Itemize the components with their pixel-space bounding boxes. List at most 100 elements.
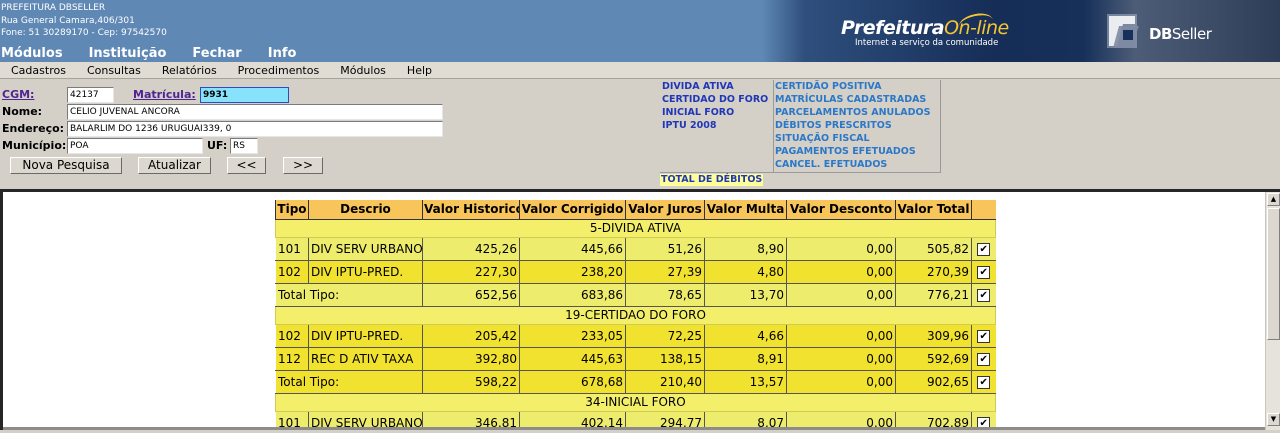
search-form: CGM: 42137 Matrícula: 9931 Nome: CELIO J… [0,80,1280,189]
menu-modulos[interactable]: Módulos [340,62,386,78]
debt-type-links: DIVIDA ATIVA CERTIDAO DO FORO INICIAL FO… [660,80,774,173]
main-menu: Módulos Instituição Fechar Info [1,46,322,62]
subtotal-juros: 210,40 [625,369,705,394]
cell-juros: 72,25 [625,323,705,348]
row-checkbox[interactable]: ✔ [977,352,991,366]
link-matriculas-cadastradas[interactable]: MATRÍCULAS CADASTRADAS [774,93,940,106]
subtotal-total: 776,21 [895,282,972,307]
main-menu-modulos[interactable]: Módulos [1,46,63,62]
scroll-thumb[interactable] [1267,208,1280,340]
cell-tipo: 102 [275,323,309,348]
cell-select: ✔ [971,282,996,307]
scroll-down-icon[interactable]: ▼ [1267,413,1280,426]
vertical-scrollbar[interactable]: ▲ ▼ [1265,192,1280,430]
menu-relatorios[interactable]: Relatórios [162,62,217,78]
next-button[interactable]: >> [283,157,323,174]
group-checkbox[interactable]: ✔ [977,375,991,389]
row-checkbox[interactable]: ✔ [977,265,991,279]
dbseller-logo: DBSeller [1105,12,1212,50]
cell-total: 592,69 [895,346,972,371]
link-debitos-prescritos[interactable]: DÉBITOS PRESCRITOS [774,119,940,132]
link-inicial-foro[interactable]: INICIAL FORO [660,106,773,119]
cell-juros: 27,39 [625,259,705,284]
link-total-debitos[interactable]: TOTAL DE DÉBITOS [660,174,764,186]
group-title: 34-INICIAL FORO [275,392,996,412]
col-header-valor-corrigido: Valor Corrigido [519,200,626,220]
cell-desconto: 0,00 [786,323,896,348]
nova-pesquisa-button[interactable]: Nova Pesquisa [10,157,122,174]
institution-name: PREFEITURA DBSELLER [1,3,106,13]
row-checkbox[interactable]: ✔ [977,329,991,343]
matricula-input[interactable]: 9931 [200,87,289,103]
subtotal-corrigido: 683,86 [519,282,626,307]
link-certidao-positiva[interactable]: CERTIDÃO POSITIVA [774,80,940,93]
atualizar-button[interactable]: Atualizar [138,157,211,174]
main-menu-info[interactable]: Info [268,46,297,62]
cell-historico: 392,80 [422,346,520,371]
cell-corrigido: 445,66 [519,236,626,261]
col-header-select [971,200,996,220]
col-header-valor-juros: Valor Juros [625,200,705,220]
endereco-input[interactable]: BALARLIM DO 1236 URUGUAI339, 0 [67,121,443,137]
group-checkbox[interactable]: ✔ [977,288,991,302]
nome-input[interactable]: CELIO JUVENAL ANCORA [67,104,443,120]
cell-historico: 227,30 [422,259,520,284]
scroll-up-icon[interactable]: ▲ [1267,193,1280,206]
cell-multa: 8,90 [704,236,787,261]
subtotal-juros: 78,65 [625,282,705,307]
uf-input[interactable]: RS [230,138,258,154]
institution-contact: Fone: 51 30289170 - Cep: 97542570 [1,28,167,38]
table-row: 112 REC D ATIV TAXA 392,80 445,63 138,15… [275,346,996,371]
cell-total: 309,96 [895,323,972,348]
table-header-row: Tipo Descrio Valor Historico Valor Corri… [275,200,996,220]
menu-procedimentos[interactable]: Procedimentos [238,62,320,78]
menu-consultas[interactable]: Consultas [87,62,141,78]
subtotal-row: Total Tipo: 652,56 683,86 78,65 13,70 0,… [275,282,996,307]
col-header-tipo: Tipo [275,200,309,220]
main-menu-fechar[interactable]: Fechar [192,46,241,62]
link-iptu-2008[interactable]: IPTU 2008 [660,119,773,132]
subtotal-desconto: 0,00 [786,369,896,394]
cell-desconto: 0,00 [786,236,896,261]
link-cancel-efetuados[interactable]: CANCEL. EFETUADOS [774,158,940,171]
subtotal-multa: 13,70 [704,282,787,307]
nome-label: Nome: [2,105,43,118]
cell-descricao: DIV IPTU-PRED. [308,323,423,348]
menu-bar: Cadastros Consultas Relatórios Procedime… [0,62,1280,79]
cell-juros: 51,26 [625,236,705,261]
cell-tipo: 101 [275,236,309,261]
menu-help[interactable]: Help [407,62,432,78]
group-row: 19-CERTIDAO DO FORO [275,305,996,325]
previous-button[interactable]: << [227,157,266,174]
cgm-input[interactable]: 42137 [67,87,114,103]
matricula-label[interactable]: Matrícula: [133,88,196,102]
logo-tagline: Internet a serviço da comunidade [855,38,999,48]
subtotal-historico: 598,22 [422,369,520,394]
results-frame: Tipo Descrio Valor Historico Valor Corri… [0,189,1280,430]
cell-select: ✔ [971,259,996,284]
link-certidao-do-foro[interactable]: CERTIDAO DO FORO [660,93,773,106]
municipio-input[interactable]: POA [67,138,203,154]
cell-descricao: REC D ATIV TAXA [308,346,423,371]
link-situacao-fiscal[interactable]: SITUAÇÃO FISCAL [774,132,940,145]
cell-corrigido: 445,63 [519,346,626,371]
cell-juros: 138,15 [625,346,705,371]
debts-table: Tipo Descrio Valor Historico Valor Corri… [275,200,996,430]
link-parcelamentos-anulados[interactable]: PARCELAMENTOS ANULADOS [774,106,940,119]
cell-corrigido: 238,20 [519,259,626,284]
cell-tipo: 112 [275,346,309,371]
quick-links: DIVIDA ATIVA CERTIDAO DO FORO INICIAL FO… [660,80,941,173]
link-divida-ativa[interactable]: DIVIDA ATIVA [660,80,773,93]
menu-cadastros[interactable]: Cadastros [11,62,66,78]
link-pagamentos-efetuados[interactable]: PAGAMENTOS EFETUADOS [774,145,940,158]
row-checkbox[interactable]: ✔ [977,242,991,256]
header-banner: PREFEITURA DBSELLER Rua General Camara,4… [0,0,1280,62]
main-menu-instituicao[interactable]: Instituição [89,46,167,62]
cell-select: ✔ [971,236,996,261]
cell-select: ✔ [971,323,996,348]
col-header-descricao: Descrio [308,200,423,220]
subtotal-label: Total Tipo: [275,369,423,394]
cgm-label[interactable]: CGM: [2,88,34,102]
cell-tipo: 102 [275,259,309,284]
group-title: 5-DIVIDA ATIVA [275,218,996,238]
